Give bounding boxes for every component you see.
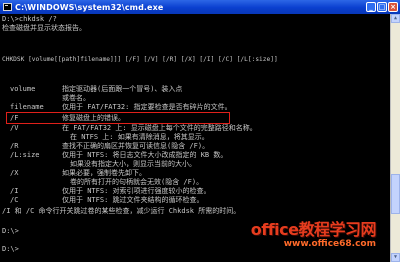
console-output[interactable]: D:\>chkdsk /? 检查磁盘并显示状态报告。 CHKDSK [volum…	[0, 14, 390, 262]
window-controls: _ □ ×	[366, 2, 398, 12]
console-line: 仅用于 NTFS: 对索引项进行强度较小的检查。	[62, 187, 211, 195]
scroll-up-icon[interactable]: ▲	[391, 14, 400, 23]
console-line: 卷的所有打开的句柄就会无效(隐含 /F)。	[70, 178, 204, 186]
close-button[interactable]: ×	[388, 2, 398, 12]
console-prompt: D:\>	[2, 227, 19, 235]
console-line: D:\>chkdsk /?	[2, 15, 57, 23]
console-line: filename	[10, 103, 44, 111]
console-line: /X	[10, 169, 19, 177]
console-line: /I 和 /C 命令行开关跳过卷的某些检查，减少运行 Chkdsk 所需的时间。	[2, 207, 241, 215]
vertical-scrollbar[interactable]: ▲ ▼	[390, 14, 400, 262]
console-line: /I	[10, 187, 19, 195]
console-line: 指定驱动器(后面跟一个冒号)、装入点	[62, 85, 183, 93]
minimize-button[interactable]: _	[366, 2, 376, 12]
window-title: C:\WINDOWS\system32\cmd.exe	[15, 2, 164, 12]
watermark-url: www.office68.com	[283, 239, 376, 249]
console-line: 仅用于 NTFS: 将日志文件大小改成指定的 KB 数。	[62, 151, 228, 159]
highlight-box	[6, 112, 230, 124]
console-line: /C	[10, 196, 19, 204]
cmd-app-icon[interactable]	[3, 3, 12, 11]
scrollbar-thumb[interactable]	[391, 174, 400, 214]
console-line: 仅用于 FAT/FAT32: 指定要检查是否有碎片的文件。	[62, 103, 232, 111]
console-line: /V	[10, 124, 19, 132]
console-line: 查找不正确的扇区并恢复可读信息(隐含 /F)。	[62, 142, 210, 150]
watermark: office教程学习网 www.office68.com	[250, 220, 377, 250]
console-line: /L:size	[10, 151, 40, 159]
watermark-brand: office教程学习网	[250, 220, 377, 239]
console-line: 如果没有指定大小，则显示当前的大小。	[70, 160, 196, 168]
scroll-down-icon[interactable]: ▼	[391, 253, 400, 262]
console-line: 在 FAT/FAT32 上: 显示磁盘上每个文件的完整路径和名称。	[62, 124, 257, 132]
console-line: volume	[10, 85, 36, 93]
console-prompt: D:\>	[2, 245, 19, 253]
console-line: /R	[10, 142, 19, 150]
console-line: 在 NTFS 上: 如果有清除消息，将其显示。	[70, 133, 209, 141]
console-line: 如果必要，强制卷先卸下。	[62, 169, 146, 177]
console-line: 或卷名。	[62, 94, 90, 102]
console-line: 仅用于 NTFS: 跳过文件夹结构的循环检查。	[62, 196, 204, 204]
console-line: 检查磁盘并显示状态报告。	[2, 24, 86, 32]
console-line: CHKDSK [volume[[path]filename]]] [/F] [/…	[2, 56, 278, 63]
window-titlebar[interactable]: C:\WINDOWS\system32\cmd.exe _ □ ×	[0, 0, 400, 14]
maximize-button[interactable]: □	[377, 2, 387, 12]
